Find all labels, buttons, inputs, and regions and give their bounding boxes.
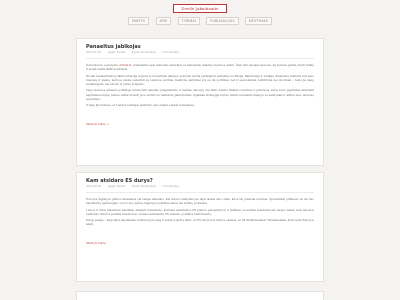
nav-item-tyrimai[interactable]: TYRIMAI xyxy=(177,17,201,25)
post-paragraph: Europos Sąjungos plėtros klausimas vėl t… xyxy=(86,197,314,206)
site-title[interactable]: Dovilė Jakniūnaitė xyxy=(173,4,227,13)
post-paragraph: Į šiuos ir kitus klausimus bandžiau atsa… xyxy=(86,207,314,216)
post-paragraph: Nuolat besikeičianti politinė situacija … xyxy=(86,73,314,86)
post-paragraph: O kaip jūs manote, ar Lietuva teisingai … xyxy=(86,103,195,108)
post-author[interactable]: pagal: Dovilė xyxy=(108,185,125,188)
nav-item-mintys[interactable]: MINTYS xyxy=(128,17,150,25)
post-title[interactable]: Kam atsidaro ES durys? xyxy=(86,178,314,185)
post-author[interactable]: pagal: Dovilė xyxy=(108,51,125,54)
post-tags[interactable]: Žymė: Komentarai xyxy=(132,185,156,188)
nav-item-destymas[interactable]: DĖSTYMAS xyxy=(245,17,272,25)
post-meta: 2014-11-03 pagal: Dovilė Žymė: Komentara… xyxy=(86,51,314,55)
post-date: 2014-10-20 xyxy=(86,185,102,188)
nav-item-publikacijos[interactable]: PUBLIKACIJOS xyxy=(206,17,239,25)
post-comments[interactable]: 0 komentarų xyxy=(163,185,180,188)
divider xyxy=(86,58,314,59)
post-paragraph: Kitoje pusėje – kaip šalys kandidatės ve… xyxy=(86,218,314,227)
blog-post xyxy=(76,291,324,300)
nav-item-apie[interactable]: APIE xyxy=(155,17,172,25)
main-nav: MINTYS APIE TYRIMAI PUBLIKACIJOS DĖSTYMA… xyxy=(128,17,272,25)
post-date: 2014-11-03 xyxy=(86,51,102,54)
post-title[interactable]: Panaeltus jablkojas xyxy=(86,44,314,51)
post-tags[interactable]: Žymė: Komentarai xyxy=(132,51,156,54)
blog-post: Panaeltus jablkojas 2014-11-03 pagal: Do… xyxy=(76,38,324,166)
read-more-link[interactable]: Skaityti toliau → xyxy=(86,122,109,126)
post-paragraph: Taigi Lietuvos užsienio politikoje turėt… xyxy=(86,88,314,101)
post-comments[interactable]: 0 komentarų xyxy=(163,51,180,54)
divider xyxy=(86,192,314,193)
post-meta: 2014-10-20 pagal: Dovilė Žymė: Komentara… xyxy=(86,185,314,189)
blog-post: Kam atsidaro ES durys? 2014-10-20 pagal:… xyxy=(76,172,324,282)
post-paragraph: Komentaras, parengtas (15min.lt, pristat… xyxy=(86,63,314,72)
read-more-link[interactable]: Skaityti toliau xyxy=(86,241,106,245)
